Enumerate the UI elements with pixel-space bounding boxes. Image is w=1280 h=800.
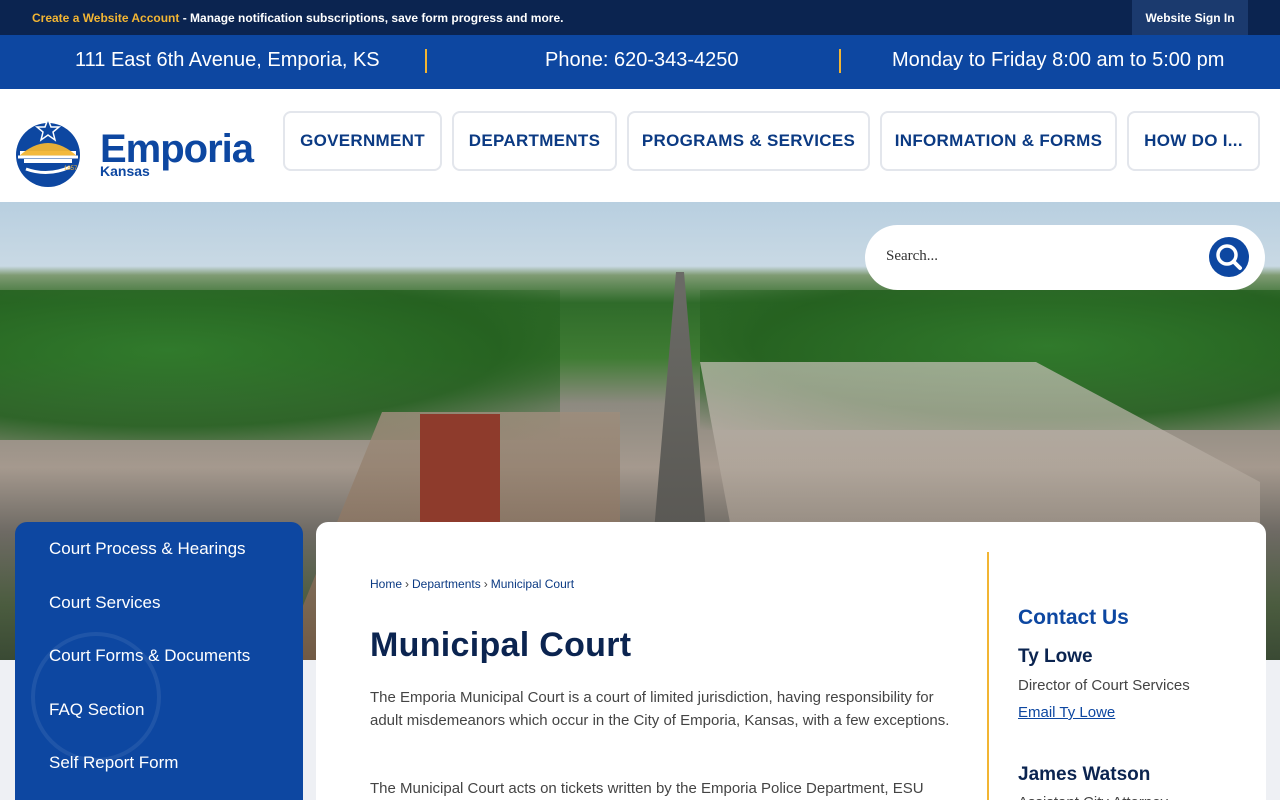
logo-year: 1857 [64, 166, 78, 172]
breadcrumb-separator: › [405, 577, 410, 591]
account-message: Create a Website Account - Manage notifi… [32, 11, 563, 25]
info-bar: 111 East 6th Avenue, Emporia, KS Phone: … [0, 35, 1280, 89]
emporia-seal-icon: 1857 [16, 117, 80, 187]
nav-how-do-i[interactable]: HOW DO I... [1127, 111, 1260, 171]
main-content: Home › Departments › Municipal Court Municip… [316, 522, 1266, 800]
contact-role: Director of Court Services [1018, 677, 1190, 694]
second-paragraph: The Municipal Court acts on tickets writ… [370, 780, 924, 797]
sign-in-button[interactable]: Website Sign In [1132, 0, 1248, 35]
search-input[interactable]: Search... [886, 248, 938, 265]
breadcrumb: Home › Departments › Municipal Court [370, 577, 574, 591]
nav-programs-services[interactable]: PROGRAMS & SERVICES [627, 111, 870, 171]
phone-text[interactable]: Phone: 620-343-4250 [545, 49, 739, 72]
site-search: Search... [865, 225, 1265, 290]
create-account-link[interactable]: Create a Website Account [32, 11, 179, 25]
sidebar-item-court-forms[interactable]: Court Forms & Documents [49, 646, 250, 666]
notification-bar: Create a Website Account - Manage notifi… [0, 0, 1280, 35]
contact-heading: Contact Us [1018, 606, 1129, 629]
hero-corner-building [420, 414, 500, 524]
sidebar-item-self-report[interactable]: Self Report Form [49, 753, 178, 773]
sidebar-item-faq[interactable]: FAQ Section [49, 700, 144, 720]
contact-email-link[interactable]: Email Ty Lowe [1018, 704, 1115, 721]
contact-role: Assistant City Attorney [1018, 794, 1168, 800]
breadcrumb-current[interactable]: Municipal Court [491, 577, 574, 591]
site-logo[interactable]: 1857 Emporia Kansas [14, 117, 274, 191]
nav-government[interactable]: GOVERNMENT [283, 111, 442, 171]
info-divider [425, 49, 427, 73]
contact-divider [987, 552, 989, 800]
side-navigation: Court Process & Hearings Court Services … [15, 522, 303, 800]
contact-name: Ty Lowe [1018, 646, 1093, 667]
hours-text: Monday to Friday 8:00 am to 5:00 pm [892, 49, 1225, 71]
intro-paragraph: The Emporia Municipal Court is a court o… [370, 689, 950, 729]
sidebar-item-court-process[interactable]: Court Process & Hearings [49, 539, 246, 559]
logo-state: Kansas [100, 163, 150, 179]
account-message-text: - Manage notification subscriptions, sav… [179, 11, 564, 25]
nav-departments[interactable]: DEPARTMENTS [452, 111, 617, 171]
info-divider [839, 49, 841, 73]
address-text: 111 East 6th Avenue, Emporia, KS [75, 49, 380, 71]
breadcrumb-separator: › [483, 577, 488, 591]
breadcrumb-departments[interactable]: Departments [412, 577, 481, 591]
breadcrumb-home[interactable]: Home [370, 577, 402, 591]
contact-name: James Watson [1018, 764, 1151, 785]
site-header: 1857 Emporia Kansas GOVERNMENT DEPARTMEN… [0, 89, 1280, 202]
page-title: Municipal Court [370, 626, 632, 664]
nav-information-forms[interactable]: INFORMATION & FORMS [880, 111, 1117, 171]
search-icon [1216, 244, 1242, 270]
search-button[interactable] [1209, 237, 1249, 277]
sidebar-item-court-services[interactable]: Court Services [49, 593, 160, 613]
